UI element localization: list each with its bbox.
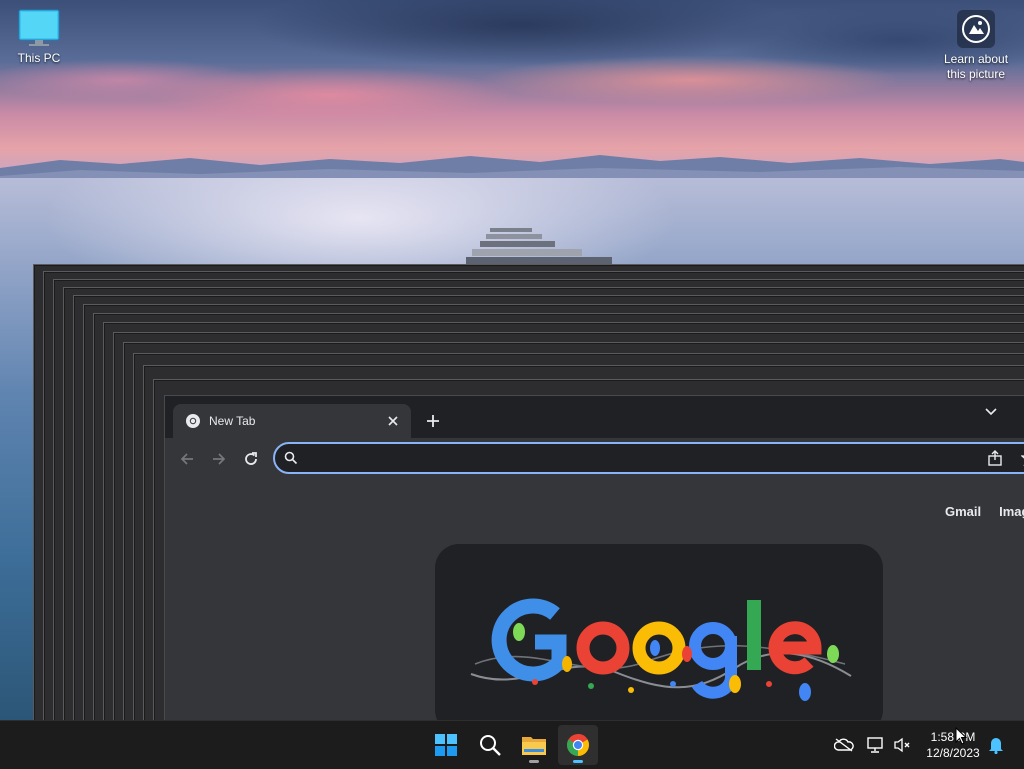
close-icon [388,416,398,426]
tab-strip[interactable]: New Tab [165,396,1024,438]
search-icon [480,735,501,756]
file-explorer-icon [522,737,546,755]
tab-title: New Tab [209,414,256,428]
taskbar: 1:58 PM 12/8/2023 [0,720,1024,769]
windows-start-icon [435,734,457,756]
arrow-right-icon [213,453,226,465]
search-icon [284,451,298,465]
gmail-link[interactable]: Gmail [945,504,981,519]
address-bar[interactable] [273,442,1024,474]
running-indicator [529,760,539,763]
address-input[interactable] [309,448,973,470]
mouse-cursor-icon [955,727,967,745]
close-tab-button[interactable] [383,411,403,431]
google-logo [470,598,852,701]
top-links: Gmail Images [945,504,1024,519]
plus-icon [427,415,439,427]
google-doodle[interactable] [435,544,883,721]
desktop-icon-this-pc[interactable]: This PC [8,8,70,66]
desktop-icon-learn-about-picture[interactable]: Learn about this picture [936,10,1016,82]
camera-spotlight-icon [957,10,995,48]
wallpaper-sky [0,0,1024,175]
reload-icon [245,452,257,465]
tab-search-button[interactable] [979,400,1003,424]
chevron-down-icon [985,408,997,416]
taskbar-clock[interactable]: 1:58 PM 12/8/2023 [918,729,988,761]
wallpaper-pier [466,228,612,266]
clock-date: 12/8/2023 [926,746,980,760]
reload-button[interactable] [239,447,263,471]
volume-muted-icon[interactable] [892,735,912,755]
chrome-icon [186,414,200,428]
monitor-icon [18,9,60,46]
file-explorer-button[interactable] [514,725,554,765]
chrome-window[interactable]: New Tab Gmail Ima [164,395,1024,721]
desktop-icon-label: This PC [17,51,61,65]
back-button[interactable] [175,447,199,471]
images-link[interactable]: Images [999,504,1024,519]
start-button[interactable] [426,725,466,765]
clock-time: 1:58 PM [930,730,976,744]
browser-toolbar [165,438,1024,480]
share-icon[interactable] [987,450,1003,466]
new-tab-page: Gmail Images [165,480,1024,721]
new-tab-button[interactable] [421,409,445,433]
arrow-left-icon [180,453,193,465]
chrome-taskbar-button[interactable] [558,725,598,765]
forward-button[interactable] [207,447,231,471]
tab-new-tab[interactable]: New Tab [173,404,411,438]
onedrive-offline-icon[interactable] [834,735,854,755]
active-indicator [573,760,583,763]
taskbar-search-button[interactable] [470,725,510,765]
chrome-icon [567,734,589,756]
notification-bell-icon[interactable] [986,735,1006,755]
desktop-icon-label: Learn about this picture [943,52,1009,81]
network-icon[interactable] [866,735,886,755]
